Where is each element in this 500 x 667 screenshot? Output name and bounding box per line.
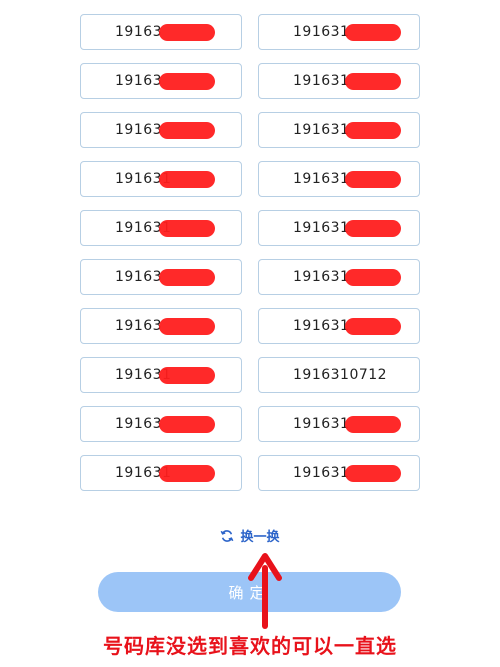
redaction-mark bbox=[159, 73, 215, 90]
phone-number: 19163 bbox=[115, 122, 163, 138]
number-option[interactable]: 191631 bbox=[258, 14, 420, 50]
number-option[interactable]: 19163 bbox=[80, 63, 242, 99]
annotation-arrow-icon bbox=[248, 553, 282, 629]
redaction-mark bbox=[345, 171, 401, 188]
redaction-mark bbox=[159, 465, 215, 482]
phone-number: 191631 bbox=[293, 24, 350, 40]
phone-number: 191631 bbox=[293, 73, 350, 89]
redaction-mark bbox=[345, 73, 401, 90]
phone-number: 191631 bbox=[293, 220, 350, 236]
number-grid: 19163 191631 19163 191631 19163 191631 191631 1… bbox=[80, 14, 420, 491]
redaction-mark bbox=[159, 367, 215, 384]
refresh-icon bbox=[220, 527, 234, 545]
number-option[interactable]: 19163 bbox=[80, 308, 242, 344]
phone-number: 19163 bbox=[115, 24, 163, 40]
redaction-mark bbox=[345, 416, 401, 433]
redaction-mark bbox=[345, 220, 401, 237]
redaction-mark bbox=[159, 269, 215, 286]
redaction-mark bbox=[159, 416, 215, 433]
phone-number: 191631 bbox=[293, 171, 350, 187]
number-option[interactable]: 191631 bbox=[258, 308, 420, 344]
number-option[interactable]: 191631 bbox=[80, 161, 242, 197]
redaction-mark bbox=[345, 269, 401, 286]
number-option[interactable]: 191631 bbox=[258, 259, 420, 295]
phone-number: 191631 bbox=[293, 318, 350, 334]
number-option[interactable]: 191631 bbox=[80, 210, 242, 246]
phone-number: 19163 bbox=[115, 416, 163, 432]
number-option[interactable]: 191631 bbox=[258, 455, 420, 491]
phone-number: 191631 bbox=[293, 269, 350, 285]
number-option[interactable]: 19163 bbox=[80, 259, 242, 295]
phone-number: 19163 bbox=[115, 318, 163, 334]
number-option[interactable]: 191631 bbox=[258, 161, 420, 197]
phone-number: 191631 bbox=[293, 465, 350, 481]
number-option[interactable]: 19163 bbox=[80, 112, 242, 148]
redaction-mark bbox=[159, 171, 215, 188]
redaction-mark bbox=[159, 24, 215, 41]
redaction-mark bbox=[159, 220, 215, 237]
redaction-mark bbox=[159, 318, 215, 335]
redaction-mark bbox=[345, 318, 401, 335]
redaction-mark bbox=[345, 122, 401, 139]
phone-number: 19163 bbox=[115, 73, 163, 89]
phone-number: 1916310712 bbox=[293, 367, 388, 383]
number-option[interactable]: 191631 bbox=[258, 406, 420, 442]
phone-number: 19163 bbox=[115, 269, 163, 285]
swap-button[interactable]: 换一换 bbox=[0, 526, 500, 545]
redaction-mark bbox=[345, 465, 401, 482]
number-option[interactable]: 191631 bbox=[258, 210, 420, 246]
redaction-mark bbox=[159, 122, 215, 139]
number-option[interactable]: 191631 bbox=[80, 357, 242, 393]
number-option[interactable]: 191631 bbox=[258, 63, 420, 99]
swap-label: 换一换 bbox=[240, 530, 280, 545]
number-option[interactable]: 191631 bbox=[258, 112, 420, 148]
number-option[interactable]: 1916310712 bbox=[258, 357, 420, 393]
number-option[interactable]: 19163 bbox=[80, 406, 242, 442]
phone-number: 191631 bbox=[293, 122, 350, 138]
redaction-mark bbox=[345, 24, 401, 41]
number-option[interactable]: 191631 bbox=[80, 455, 242, 491]
phone-number: 191631 bbox=[293, 416, 350, 432]
number-option[interactable]: 19163 bbox=[80, 14, 242, 50]
annotation-caption: 号码库没选到喜欢的可以一直选 bbox=[103, 634, 397, 658]
